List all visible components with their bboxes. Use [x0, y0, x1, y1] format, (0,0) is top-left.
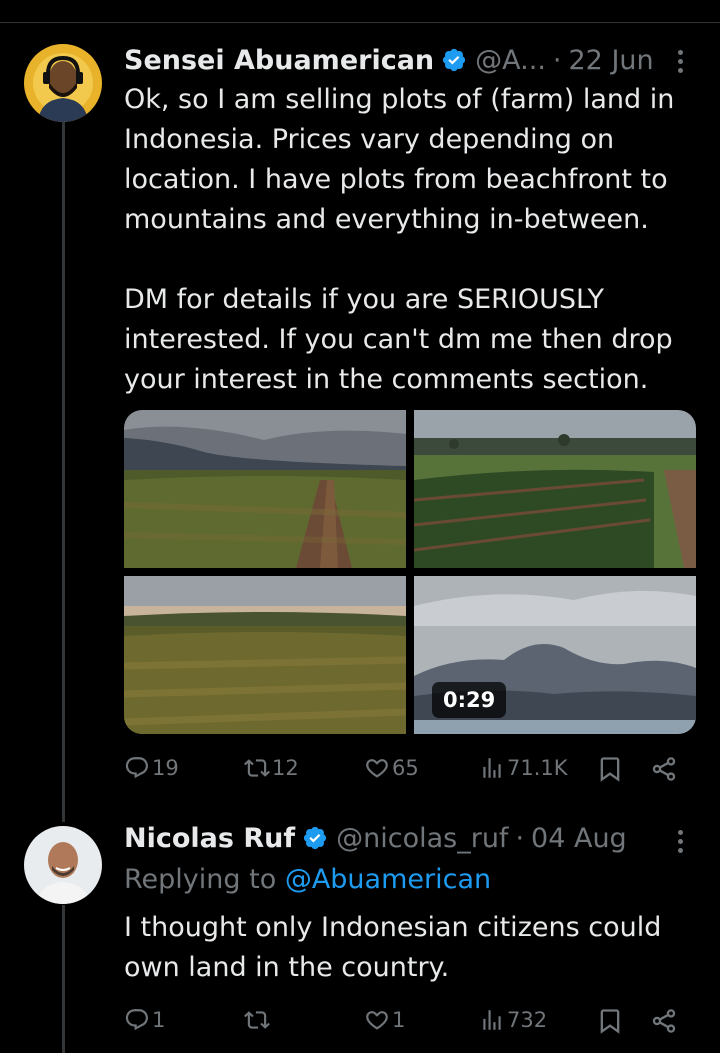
- verified-badge-icon: [304, 826, 327, 850]
- author-name[interactable]: Nicolas Ruf: [124, 823, 295, 854]
- thread-line-lower: [62, 905, 65, 1053]
- replying-label: Replying to: [124, 864, 277, 895]
- repost-icon: [244, 1011, 270, 1029]
- tweet-header: Sensei Abuamerican @A... · 22 Jun: [124, 42, 654, 78]
- reply-count: 1: [152, 1008, 166, 1032]
- top-divider: [0, 22, 720, 23]
- like-count: 1: [392, 1008, 406, 1032]
- reply-header: Nicolas Ruf @nicolas_ruf · 04 Aug: [124, 820, 627, 856]
- more-icon[interactable]: [670, 826, 690, 856]
- like-icon: [366, 1011, 388, 1030]
- like-count: 65: [392, 756, 419, 780]
- like-button[interactable]: 1: [364, 1007, 405, 1033]
- reply-icon: [125, 757, 148, 779]
- repost-icon: [244, 759, 270, 777]
- tweet-actions: 19 12 65 71.1K: [124, 755, 684, 785]
- reply-icon: [125, 1009, 148, 1031]
- views-count: 732: [507, 1008, 548, 1032]
- repost-button[interactable]: [244, 1007, 272, 1033]
- bookmark-icon: [600, 757, 620, 782]
- repost-button[interactable]: 12: [244, 755, 299, 781]
- reply-button[interactable]: 19: [124, 755, 179, 781]
- reply-actions: 1 1 732: [124, 1007, 684, 1037]
- video-duration-badge: 0:29: [432, 682, 507, 718]
- like-icon: [366, 759, 388, 778]
- mention-link[interactable]: @Abuamerican: [285, 864, 491, 895]
- author-handle[interactable]: @nicolas_ruf: [336, 823, 508, 854]
- views-button[interactable]: 71.1K: [479, 755, 568, 781]
- tweet-date[interactable]: 04 Aug: [531, 823, 627, 854]
- views-icon: [483, 1010, 501, 1030]
- more-icon[interactable]: [670, 46, 690, 76]
- bookmark-icon: [600, 1009, 620, 1034]
- share-button[interactable]: [650, 1007, 678, 1039]
- thread-line: [62, 122, 65, 822]
- reply-count: 19: [152, 756, 179, 780]
- author-handle[interactable]: @A...: [475, 45, 546, 76]
- verified-badge-icon: [443, 48, 466, 72]
- media-grid[interactable]: 0:29: [124, 410, 696, 734]
- media-photo-2[interactable]: [414, 410, 696, 568]
- repost-count: 12: [272, 756, 299, 780]
- like-button[interactable]: 65: [364, 755, 419, 781]
- author-name[interactable]: Sensei Abuamerican: [124, 45, 434, 76]
- share-icon: [652, 757, 676, 781]
- tweet-text: Ok, so I am selling plots of (farm) land…: [124, 84, 675, 395]
- views-icon: [483, 758, 501, 778]
- avatar-nicolas[interactable]: [24, 826, 102, 904]
- separator-dot: ·: [552, 44, 562, 76]
- share-icon: [652, 1009, 676, 1033]
- share-button[interactable]: [650, 755, 678, 787]
- bookmark-button[interactable]: [596, 1007, 624, 1039]
- views-count: 71.1K: [507, 756, 568, 780]
- reply-button[interactable]: 1: [124, 1007, 165, 1033]
- tweet-text: I thought only Indonesian citizens could…: [124, 912, 662, 983]
- avatar-sensei[interactable]: [24, 44, 102, 122]
- media-video-4[interactable]: 0:29: [414, 576, 696, 734]
- media-photo-1[interactable]: [124, 410, 406, 568]
- separator-dot: ·: [515, 822, 525, 854]
- replying-to: Replying to @Abuamerican: [124, 864, 491, 895]
- tweet-date[interactable]: 22 Jun: [569, 45, 654, 76]
- media-photo-3[interactable]: [124, 576, 406, 734]
- views-button[interactable]: 732: [479, 1007, 547, 1033]
- bookmark-button[interactable]: [596, 755, 624, 787]
